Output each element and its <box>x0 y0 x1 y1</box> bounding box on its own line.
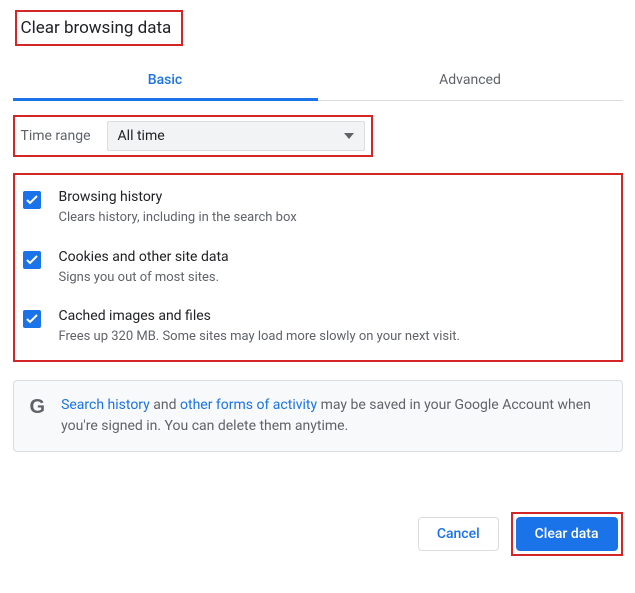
clear-data-highlight: Clear data <box>511 512 623 556</box>
notice-text: Search history and other forms of activi… <box>61 395 605 437</box>
checkbox-browsing-history[interactable] <box>23 191 41 209</box>
chevron-down-icon <box>344 133 354 139</box>
google-account-notice: G Search history and other forms of acti… <box>13 380 623 452</box>
dialog-footer: Cancel Clear data <box>13 512 623 556</box>
dialog-title: Clear browsing data <box>15 10 184 46</box>
option-title: Browsing history <box>59 189 607 205</box>
option-title: Cookies and other site data <box>59 249 607 265</box>
option-cookies: Cookies and other site data Signs you ou… <box>23 249 607 287</box>
google-g-icon: G <box>30 397 46 417</box>
link-other-activity[interactable]: other forms of activity <box>180 397 317 413</box>
checkbox-cached[interactable] <box>23 310 41 328</box>
option-cached: Cached images and files Frees up 320 MB.… <box>23 308 607 346</box>
option-desc: Frees up 320 MB. Some sites may load mor… <box>59 328 607 346</box>
option-title: Cached images and files <box>59 308 607 324</box>
tabs: Basic Advanced <box>13 62 623 101</box>
clear-data-button[interactable]: Clear data <box>516 517 618 551</box>
options-group: Browsing history Clears history, includi… <box>13 173 623 362</box>
clear-browsing-data-dialog: Clear browsing data Basic Advanced Time … <box>13 10 623 556</box>
time-range-value: All time <box>118 128 165 144</box>
checkbox-cookies[interactable] <box>23 251 41 269</box>
cancel-button[interactable]: Cancel <box>418 517 499 551</box>
time-range-select[interactable]: All time <box>107 121 365 151</box>
option-browsing-history: Browsing history Clears history, includi… <box>23 189 607 227</box>
option-desc: Clears history, including in the search … <box>59 209 607 227</box>
tab-advanced[interactable]: Advanced <box>318 62 623 100</box>
link-search-history[interactable]: Search history <box>61 397 150 413</box>
notice-text-mid: and <box>150 397 180 413</box>
time-range-label: Time range <box>21 128 91 144</box>
tab-basic[interactable]: Basic <box>13 62 318 100</box>
option-desc: Signs you out of most sites. <box>59 269 607 287</box>
time-range-row: Time range All time <box>13 115 373 157</box>
